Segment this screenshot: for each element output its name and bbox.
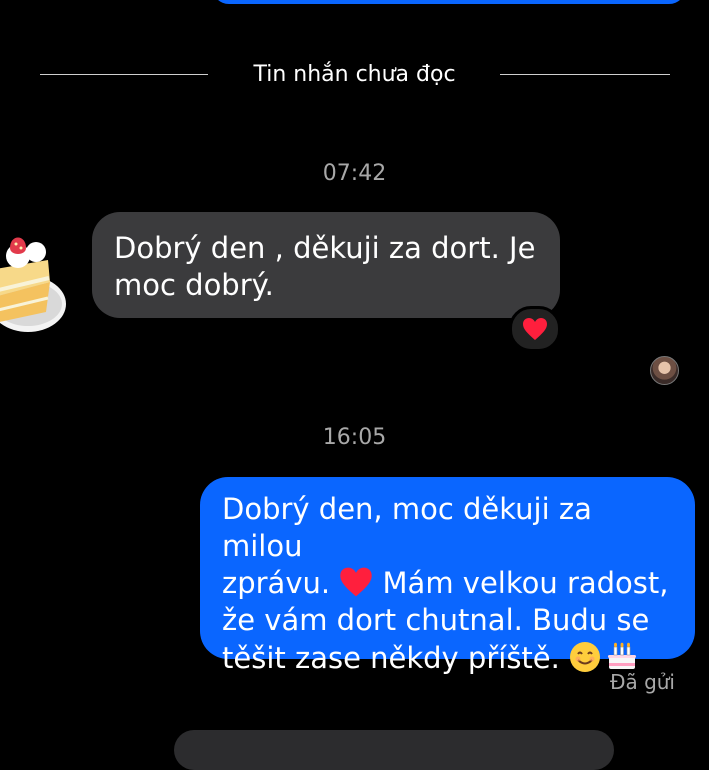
next-message-bubble[interactable] — [174, 730, 614, 770]
heart-icon — [523, 318, 547, 340]
outgoing-line-2: zprávu. Mám velkou radost, — [222, 566, 669, 600]
outgoing-line-4: těšit zase někdy příště. — [222, 639, 673, 677]
smiling-face-icon — [570, 642, 601, 672]
incoming-message-text: Dobrý den , děkuji za dort. Je moc dobrý… — [114, 231, 536, 302]
heart-icon — [340, 567, 373, 597]
outgoing-line-1: Dobrý den, moc děkuji za milou — [222, 492, 592, 563]
unread-divider: Tin nhắn chưa đọc — [0, 60, 709, 90]
message-timestamp: 16:05 — [322, 425, 387, 450]
seen-avatar — [650, 356, 679, 385]
outgoing-line-3: že vám dort chutnal. Budu se — [222, 603, 650, 637]
sent-status: Đã gửi — [609, 670, 675, 694]
previous-message-bubble[interactable] — [212, 0, 686, 4]
birthday-cake-icon — [608, 642, 637, 669]
message-reaction[interactable] — [509, 306, 561, 352]
divider-line-right — [500, 74, 670, 75]
outgoing-message-bubble[interactable]: Dobrý den, moc děkuji za milou zprávu. M… — [200, 477, 695, 675]
message-timestamp: 07:42 — [322, 161, 387, 186]
incoming-message-bubble[interactable]: Dobrý den , děkuji za dort. Je moc dobrý… — [92, 212, 560, 318]
cake-sticker-avatar[interactable] — [0, 220, 76, 340]
